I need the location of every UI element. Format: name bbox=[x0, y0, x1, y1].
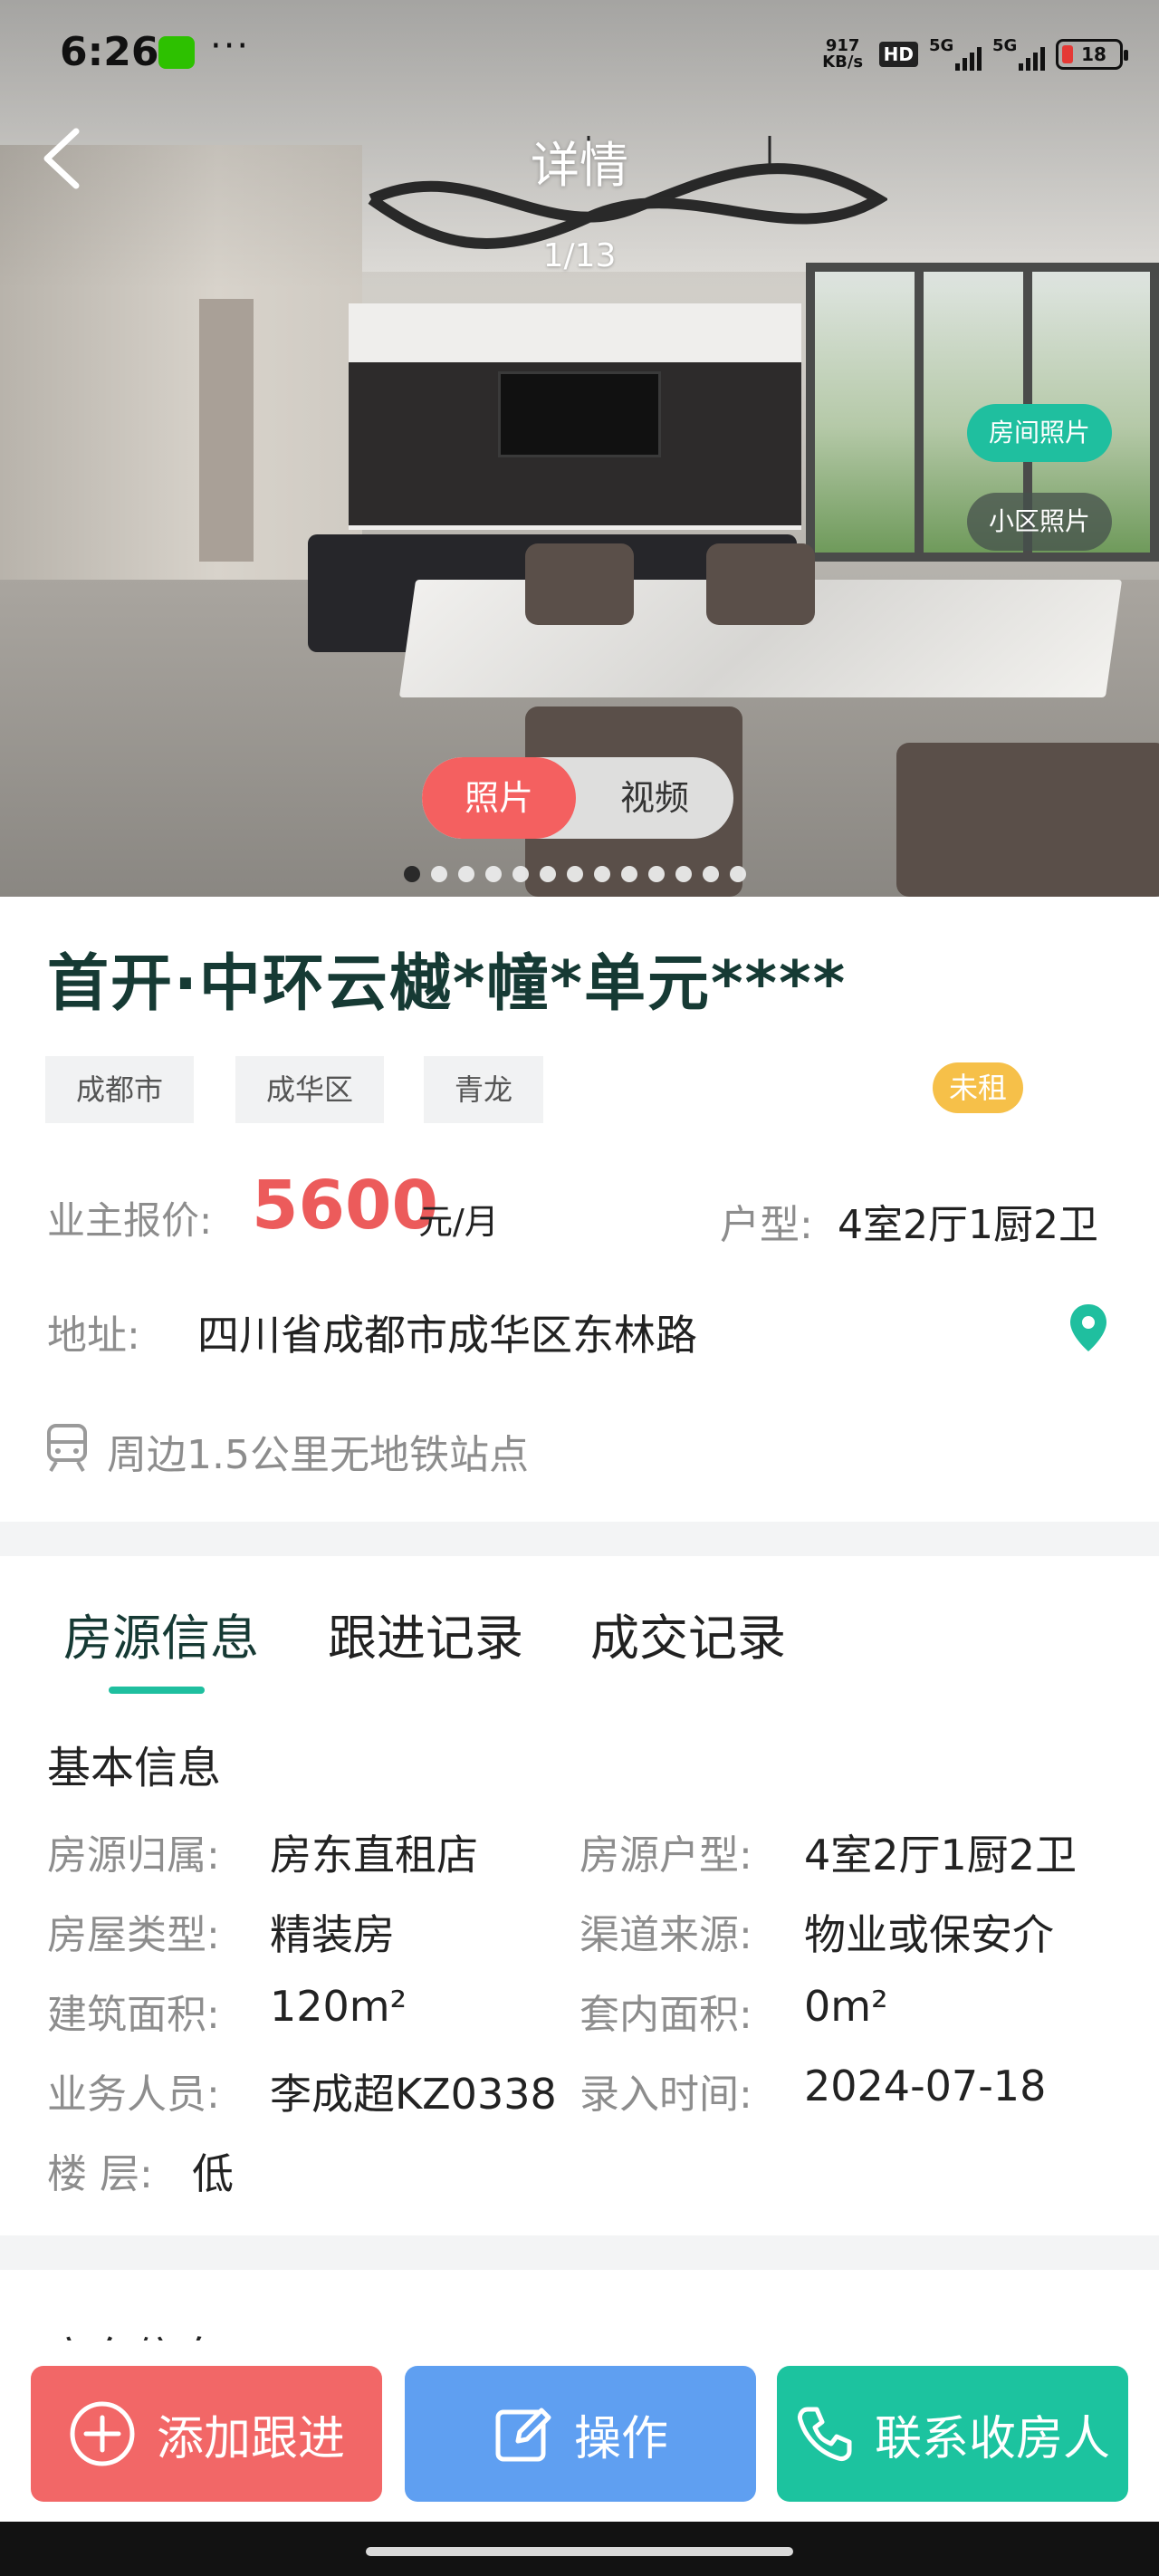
carousel-dot[interactable] bbox=[512, 866, 529, 882]
info-value: 120m² bbox=[270, 1982, 407, 2031]
operate-label: 操作 bbox=[573, 2411, 668, 2466]
carousel-dot[interactable] bbox=[648, 866, 665, 882]
add-follow-up-label: 添加跟进 bbox=[156, 2411, 345, 2466]
info-label: 业务人员: bbox=[47, 2071, 220, 2118]
address-value: 四川省成都市成华区东林路 bbox=[197, 1311, 697, 1360]
info-label: 楼 层: bbox=[47, 2151, 153, 2197]
tag-district: 成华区 bbox=[235, 1056, 385, 1123]
info-label: 房源户型: bbox=[580, 1832, 752, 1879]
status-time: 6:26 bbox=[60, 29, 159, 75]
carousel-dot[interactable] bbox=[703, 866, 719, 882]
info-value: 低 bbox=[192, 2149, 234, 2198]
price-label: 业主报价: bbox=[47, 1198, 213, 1243]
wechat-icon bbox=[158, 36, 195, 69]
contact-receiver-button[interactable]: 联系收房人 bbox=[777, 2366, 1128, 2502]
detail-page: 6:26 ··· 917 KB/s HD 5G 5G 18 详情 1/13 房间… bbox=[0, 0, 1159, 2576]
carousel-dot[interactable] bbox=[567, 866, 583, 882]
phone-icon bbox=[798, 2407, 852, 2461]
status-badge: 未租 bbox=[933, 1062, 1024, 1113]
info-value: 李成超KZ0338 bbox=[270, 2070, 557, 2119]
tag-area: 青龙 bbox=[424, 1056, 544, 1123]
carousel-dot[interactable] bbox=[458, 866, 474, 882]
tab-follow-records[interactable]: 跟进记录 bbox=[328, 1598, 523, 1669]
info-label: 建筑面积: bbox=[47, 1992, 220, 2038]
carousel-dot[interactable] bbox=[594, 866, 610, 882]
address-label: 地址: bbox=[47, 1312, 140, 1359]
info-value: 2024-07-18 bbox=[804, 2062, 1047, 2110]
section-divider bbox=[0, 2235, 1159, 2270]
info-value: 4室2厅1厨2卫 bbox=[804, 1831, 1078, 1879]
carousel-dot[interactable] bbox=[621, 866, 637, 882]
signal-icon-sim2: 5G bbox=[992, 36, 1045, 72]
metro-icon bbox=[47, 1424, 87, 1473]
info-label: 录入时间: bbox=[580, 2071, 752, 2118]
tab-deal-records[interactable]: 成交记录 bbox=[590, 1598, 786, 1669]
info-label: 房屋类型: bbox=[47, 1912, 220, 1958]
edit-icon bbox=[495, 2408, 551, 2462]
info-value: 物业或保安介 bbox=[804, 1910, 1054, 1959]
carousel-dot[interactable] bbox=[730, 866, 746, 882]
add-follow-up-button[interactable]: 添加跟进 bbox=[31, 2366, 382, 2502]
plus-circle-icon bbox=[70, 2401, 135, 2466]
more-notifications: ··· bbox=[210, 25, 251, 67]
layout-value: 4室2厅1厨2卫 bbox=[838, 1202, 1098, 1248]
layout-label: 户型: bbox=[720, 1202, 813, 1248]
home-indicator[interactable] bbox=[366, 2547, 793, 2556]
listing-title: 首开·中环云樾*幢*单元**** bbox=[47, 948, 848, 1020]
operate-button[interactable]: 操作 bbox=[405, 2366, 756, 2502]
info-value: 房东直租店 bbox=[270, 1831, 478, 1879]
info-label: 渠道来源: bbox=[580, 1912, 752, 1958]
hd-icon: HD bbox=[878, 42, 918, 67]
carousel-dot[interactable] bbox=[485, 866, 502, 882]
network-speed: 917 KB/s bbox=[822, 36, 864, 72]
metro-info: 周边1.5公里无地铁站点 bbox=[107, 1432, 529, 1478]
status-bar: 6:26 ··· 917 KB/s HD 5G 5G 18 bbox=[0, 0, 1159, 109]
info-label: 套内面积: bbox=[580, 1992, 752, 2038]
carousel-indicator bbox=[404, 866, 746, 882]
info-label: 房源归属: bbox=[47, 1832, 220, 1879]
detail-tabs: 房源信息 跟进记录 成交记录 bbox=[0, 1556, 1159, 1710]
carousel-dot[interactable] bbox=[404, 866, 420, 882]
price-unit: 元/月 bbox=[418, 1202, 499, 1242]
basic-info-section: 基本信息 房源归属: 房东直租店 房源户型: 4室2厅1厨2卫 房屋类型: 精装… bbox=[0, 1710, 1159, 2235]
page-title: 详情 bbox=[531, 137, 628, 194]
info-value: 精装房 bbox=[270, 1910, 395, 1959]
community-photos-tag[interactable]: 小区照片 bbox=[966, 493, 1112, 551]
battery-icon: 18 bbox=[1056, 39, 1128, 70]
section-title: 基本信息 bbox=[47, 1743, 222, 1793]
tag-city: 成都市 bbox=[45, 1056, 195, 1123]
media-toggle: 照片 视频 bbox=[422, 757, 733, 839]
bottom-action-bar: 添加跟进 操作 联系收房人 bbox=[0, 2341, 1159, 2522]
location-pin-icon[interactable] bbox=[1068, 1302, 1108, 1353]
active-tab-indicator bbox=[109, 1687, 205, 1694]
photo-toggle-button[interactable]: 照片 bbox=[422, 757, 576, 839]
signal-icon-sim1: 5G bbox=[929, 36, 982, 72]
carousel-dot[interactable] bbox=[431, 866, 447, 882]
photo-counter: 1/13 bbox=[542, 237, 617, 274]
room-photos-tag[interactable]: 房间照片 bbox=[966, 404, 1112, 462]
section-divider bbox=[0, 1522, 1159, 1556]
price-value: 5600 bbox=[252, 1167, 438, 1245]
tab-listing-info[interactable]: 房源信息 bbox=[63, 1598, 259, 1669]
info-value: 0m² bbox=[804, 1982, 888, 2031]
listing-summary: 首开·中环云樾*幢*单元**** 成都市 成华区 青龙 未租 业主报价: 560… bbox=[0, 897, 1159, 1522]
carousel-dot[interactable] bbox=[675, 866, 692, 882]
video-toggle-button[interactable]: 视频 bbox=[576, 757, 733, 839]
contact-receiver-label: 联系收房人 bbox=[874, 2411, 1110, 2466]
carousel-dot[interactable] bbox=[540, 866, 556, 882]
